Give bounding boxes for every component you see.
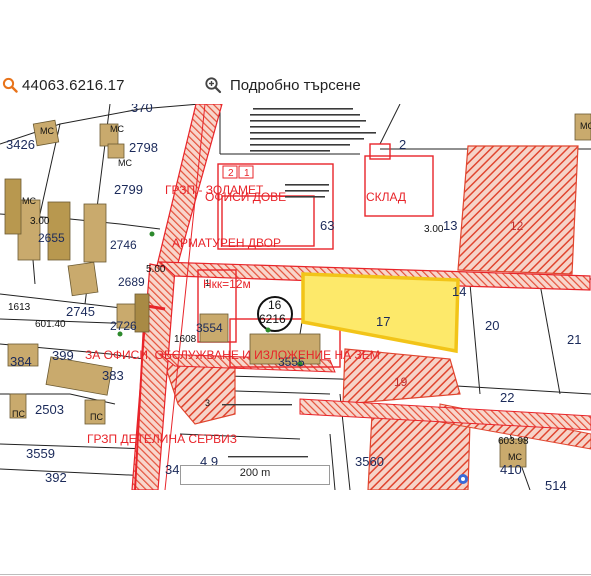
red-label-box-2: 2 (228, 168, 234, 179)
hatched-zone-408 (367, 413, 471, 490)
label-2503: 2503 (35, 402, 64, 417)
label-3-00-a: 3.00 (30, 216, 50, 227)
label-2: 2 (399, 137, 406, 152)
label-3-00-b: 3.00 (424, 224, 444, 235)
selected-parcel-id: 6216 (259, 312, 286, 326)
label-383: 383 (102, 368, 124, 383)
hatched-zone-12 (457, 145, 579, 275)
label-601-40: 601.40 (35, 319, 66, 330)
selected-parcel-number: 16 (268, 298, 282, 312)
label-2689: 2689 (118, 275, 145, 289)
search-bar: 44063.6216.17 Подробно търсене (0, 66, 591, 105)
label-ms-3: МС (118, 158, 132, 168)
zoom-search-icon (205, 77, 222, 94)
search-icon[interactable] (2, 77, 18, 93)
label-19: 19 (394, 375, 408, 389)
location-pin-icon[interactable] (458, 474, 468, 484)
label-ps-1: ПС (12, 409, 25, 419)
label-2799: 2799 (114, 182, 143, 197)
map-canvas[interactable]: 370 2798 3426 2799 2 63 12 13 14 17 20 2… (0, 104, 591, 490)
red-label-sklad: СКЛАД (366, 190, 406, 204)
search-input[interactable]: 44063.6216.17 (22, 77, 125, 94)
label-3-mid: 3 (205, 398, 210, 408)
label-3559: 3559 (26, 446, 55, 461)
label-1608: 1608 (174, 334, 197, 345)
label-392: 392 (45, 470, 67, 485)
label-13: 13 (443, 218, 457, 233)
label-370: 370 (131, 104, 153, 115)
label-ms-2: МС (40, 126, 54, 136)
red-label-za-ofisi: ЗА ОФИСИ, ОБСЛУЖВАНЕ И ИЗЛОЖЕНИЕ НА ЗЕМ (85, 348, 380, 362)
label-2655: 2655 (38, 231, 65, 245)
red-label-ofisi: ОФИСИ ДОВЕ (205, 190, 286, 204)
red-label-grzp-serviz: ГРЗП ДЕТЕЛИНА СЕРВИЗ (87, 432, 237, 446)
footer-divider (0, 574, 591, 575)
label-12: 12 (510, 219, 524, 233)
footer-area (0, 490, 591, 576)
scale-label: 200 m (239, 467, 271, 479)
label-410: 410 (500, 462, 522, 477)
label-514: 514 (545, 478, 567, 490)
label-384: 384 (10, 354, 32, 369)
label-2745: 2745 (66, 304, 95, 319)
search-field[interactable]: 44063.6216.17 (0, 66, 195, 104)
label-ps-2: ПС (90, 412, 103, 422)
label-3560: 3560 (355, 454, 384, 469)
label-17: 17 (376, 314, 390, 329)
scale-bar: 200 m (180, 465, 330, 485)
label-3554: 3554 (196, 321, 223, 335)
label-ms-5: МС (580, 121, 591, 131)
label-ms-4: МС (22, 196, 36, 206)
label-ms-right: МС (508, 452, 522, 462)
label-2798: 2798 (129, 140, 158, 155)
label-63: 63 (320, 218, 334, 233)
red-label-nkk: Нкк=12м (203, 277, 251, 291)
label-3426: 3426 (6, 137, 35, 152)
label-20: 20 (485, 318, 499, 333)
label-2726: 2726 (110, 319, 137, 333)
label-5-00: 5.00 (146, 264, 166, 275)
label-21: 21 (567, 332, 581, 347)
cadastral-map[interactable]: 370 2798 3426 2799 2 63 12 13 14 17 20 2… (0, 104, 591, 490)
red-label-box-1: 1 (244, 168, 250, 179)
top-header-area (0, 0, 591, 67)
label-ms-1: МС (110, 124, 124, 134)
label-603-98: 603.98 (498, 436, 529, 447)
red-label-armatur: АРМАТУРЕН ДВОР (172, 236, 281, 250)
label-14: 14 (452, 284, 466, 299)
highlighted-parcel[interactable] (301, 272, 460, 354)
label-2746: 2746 (110, 238, 137, 252)
label-22: 22 (500, 390, 514, 405)
label-399: 399 (52, 348, 74, 363)
advanced-search-label: Подробно търсене (230, 76, 361, 94)
advanced-search-button[interactable]: Подробно търсене (204, 66, 361, 104)
label-1613: 1613 (8, 302, 31, 313)
